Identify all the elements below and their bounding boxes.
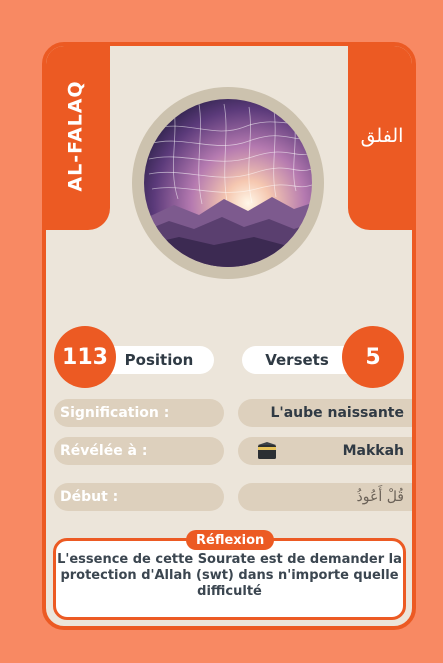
meaning-value: L'aube naissante — [270, 405, 405, 421]
verses-label: Versets — [265, 351, 329, 369]
surah-name: AL-FALAQ — [65, 80, 88, 192]
revealed-label-pill: Révélée à : — [54, 437, 224, 465]
beginning-label-pill: Début : — [54, 483, 224, 511]
beginning-value: قُلْ أَعُوذُ — [356, 489, 404, 505]
verses-value: 5 — [365, 344, 381, 370]
position-label: Position — [124, 351, 194, 369]
beginning-label: Début : — [60, 489, 119, 505]
position-value: 113 — [62, 344, 108, 370]
arabic-tab: الفلق — [348, 46, 412, 230]
kaaba-icon — [256, 441, 278, 461]
revealed-value: Makkah — [342, 443, 404, 459]
beginning-value-pill: قُلْ أَعُوذُ — [238, 483, 412, 511]
position-label-pill: Position — [104, 346, 214, 374]
revealed-label: Révélée à : — [60, 443, 148, 459]
reflection-text: L'essence de cette Sourate est de demand… — [57, 552, 402, 599]
dawn-illustration — [144, 99, 312, 267]
surah-card: AL-FALAQ الفلق Position 113 Versets 5 Si… — [42, 42, 416, 630]
revealed-value-pill: Makkah — [238, 437, 412, 465]
name-tab: AL-FALAQ — [46, 46, 110, 230]
position-badge: 113 — [54, 326, 116, 388]
verses-badge: 5 — [342, 326, 404, 388]
reflection-label: Réflexion — [196, 532, 265, 548]
reflection-tab: Réflexion — [186, 530, 275, 550]
arabic-title: الفلق — [360, 125, 404, 147]
verses-label-pill: Versets — [242, 346, 352, 374]
meaning-label-pill: Signification : — [54, 399, 224, 427]
illustration-frame — [132, 87, 324, 279]
meaning-label: Signification : — [60, 405, 170, 421]
meaning-value-pill: L'aube naissante — [238, 399, 412, 427]
